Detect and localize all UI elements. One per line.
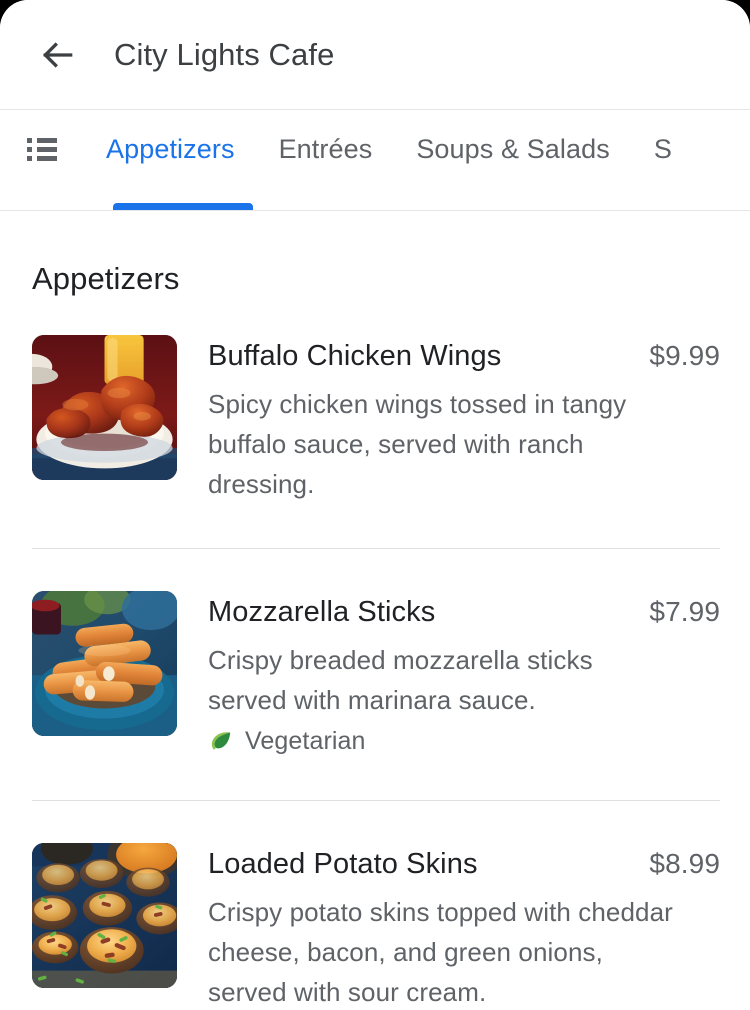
menu-item-body: Loaded Potato Skins $8.99 Crispy potato … (177, 843, 720, 1009)
tab-entrees[interactable]: Entrées (257, 110, 395, 188)
menu-item-description: Crispy breaded mozzarella sticks served … (208, 645, 593, 715)
menu-item-header: Buffalo Chicken Wings $9.99 (208, 337, 720, 375)
mozzarella-sticks-photo (32, 591, 177, 736)
tab-soups-and-salads[interactable]: Soups & Salads (394, 110, 632, 188)
app-bar: City Lights Cafe (0, 0, 750, 110)
back-button[interactable] (30, 27, 86, 83)
menu-item-name: Mozzarella Sticks (208, 596, 436, 628)
menu-item-body: Mozzarella Sticks $7.99 Crispy breaded m… (177, 591, 720, 756)
menu-item-description: Spicy chicken wings tossed in tangy buff… (208, 389, 627, 499)
page-title: City Lights Cafe (114, 36, 335, 72)
active-tab-indicator (113, 203, 253, 210)
menu-item-name: Loaded Potato Skins (208, 848, 478, 880)
tab-appetizers[interactable]: Appetizers (84, 110, 257, 188)
menu-item-list: Buffalo Chicken Wings $9.99 Spicy chicke… (0, 297, 750, 1009)
menu-item-header: Loaded Potato Skins $8.99 (208, 845, 720, 883)
buffalo-chicken-wings-photo (32, 335, 177, 480)
menu-item-name: Buffalo Chicken Wings (208, 340, 502, 372)
category-tab-bar: Appetizers Entrées Soups & Salads S (0, 110, 750, 211)
leaf-icon (211, 731, 231, 750)
menu-item-price: $8.99 (649, 848, 720, 879)
menu-item-description: Crispy potato skins topped with cheddar … (208, 897, 673, 1007)
list-icon (27, 137, 57, 161)
tab-next-partial[interactable]: S (632, 110, 694, 188)
menu-item-badges: Vegetarian (208, 727, 720, 756)
menu-item-price: $9.99 (649, 340, 720, 371)
menu-item[interactable]: Buffalo Chicken Wings $9.99 Spicy chicke… (0, 335, 750, 504)
arrow-left-icon (39, 36, 77, 74)
menu-item[interactable]: Mozzarella Sticks $7.99 Crispy breaded m… (0, 591, 750, 756)
tab-label: Entrées (278, 133, 373, 164)
menu-item-price: $7.99 (649, 596, 720, 627)
badge-label: Vegetarian (245, 727, 366, 755)
menu-item-thumbnail (32, 335, 177, 480)
menu-item-thumbnail (32, 591, 177, 736)
menu-content: Appetizers Buffalo Chicken Wings $9.99 S… (0, 211, 750, 1009)
tab-label: S (653, 133, 672, 164)
menu-item-header: Mozzarella Sticks $7.99 (208, 593, 720, 631)
tab-strip: Appetizers Entrées Soups & Salads S (0, 110, 694, 210)
section-heading: Appetizers (32, 261, 180, 296)
menu-item-thumbnail (32, 843, 177, 988)
menu-item-body: Buffalo Chicken Wings $9.99 Spicy chicke… (177, 335, 720, 504)
loaded-potato-skins-photo (32, 843, 177, 988)
menu-list-toggle-button[interactable] (0, 110, 84, 188)
menu-item[interactable]: Loaded Potato Skins $8.99 Crispy potato … (0, 843, 750, 1009)
app-window: City Lights Cafe Appetizers Entrées Soup… (0, 0, 750, 1010)
dietary-badge-vegetarian: Vegetarian (208, 727, 366, 756)
tab-label: Appetizers (106, 133, 235, 164)
tab-label: Soups & Salads (416, 133, 610, 164)
